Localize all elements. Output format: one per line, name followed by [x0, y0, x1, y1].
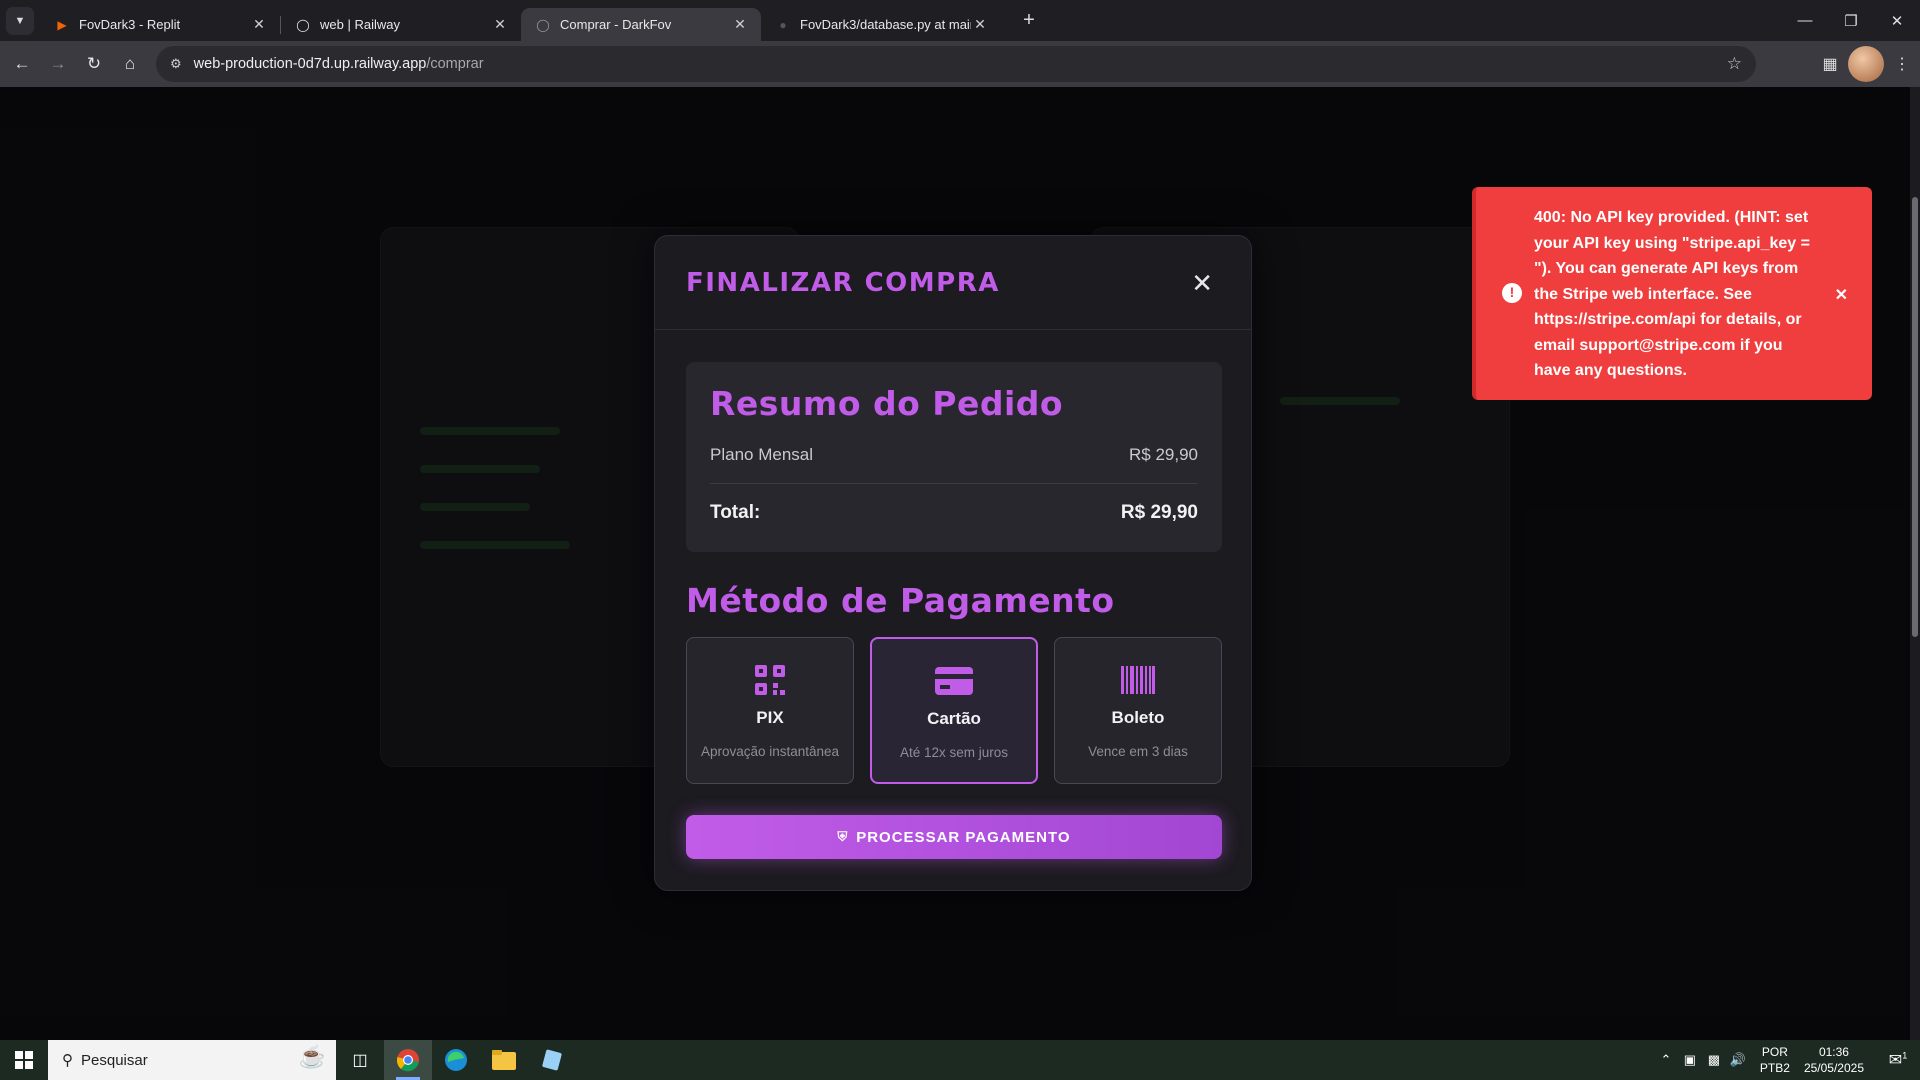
close-tab-icon[interactable]: ✕ [971, 16, 989, 34]
payment-option-sub: Vence em 3 dias [1088, 744, 1188, 759]
summary-total-row: Total: R$ 29,90 [710, 502, 1198, 524]
payment-option-sub: Aprovação instantânea [700, 744, 840, 759]
close-window-icon[interactable]: ✕ [1874, 0, 1920, 41]
close-tab-icon[interactable]: ✕ [250, 16, 268, 34]
browser-toolbar: ← → ↻ ⌂ ⚙ web-production-0d7d.up.railway… [0, 41, 1920, 87]
home-icon[interactable]: ⌂ [112, 46, 148, 82]
reload-icon[interactable]: ↻ [76, 46, 112, 82]
restore-icon[interactable]: ❐ [1828, 0, 1874, 41]
tab-replit[interactable]: ▶ FovDark3 - Replit ✕ [40, 8, 280, 41]
address-bar[interactable]: ⚙ web-production-0d7d.up.railway.app/com… [156, 46, 1756, 82]
github-icon: ● [779, 17, 787, 32]
tab-search-button[interactable]: ▼ [6, 6, 34, 35]
page-scrollbar[interactable] [1910, 87, 1920, 1040]
scrollbar-thumb[interactable] [1912, 197, 1918, 637]
shield-icon: ⛨ [837, 829, 849, 844]
barcode-icon [1121, 664, 1155, 696]
qr-code-icon [755, 664, 785, 696]
new-tab-button[interactable]: + [1015, 9, 1043, 32]
payment-option-sub: Até 12x sem juros [899, 745, 1009, 760]
system-tray: ⌃ ▣ ▩ 🔊 POR PTB2 01:36 25/05/2025 ✉1 [1654, 1040, 1920, 1080]
edge-taskbar-icon[interactable] [432, 1040, 480, 1080]
globe-icon: ◯ [536, 17, 550, 32]
browser-tab-strip: ▼ ▶ FovDark3 - Replit ✕ ◯ web | Railway … [0, 0, 1920, 41]
payment-option-name: PIX [756, 708, 784, 727]
payment-option-name: Boleto [1111, 708, 1165, 727]
payment-option-pix[interactable]: PIX Aprovação instantânea [686, 637, 854, 784]
clock[interactable]: 01:36 25/05/2025 [1804, 1044, 1864, 1076]
tab-title: FovDark3/database.py at main [800, 17, 971, 32]
search-icon: ⚲ [62, 1052, 73, 1069]
process-payment-button[interactable]: ⛨ PROCESSAR PAGAMENTO [686, 815, 1222, 859]
bookmark-star-icon[interactable]: ☆ [1727, 54, 1742, 74]
menu-kebab-icon[interactable]: ⋮ [1884, 46, 1920, 82]
order-summary: Resumo do Pedido Plano Mensal R$ 29,90 T… [686, 362, 1222, 552]
payment-option-boleto[interactable]: Boleto Vence em 3 dias [1054, 637, 1222, 784]
item-label: Plano Mensal [710, 445, 814, 464]
task-view-icon[interactable]: ◫ [336, 1040, 384, 1080]
chevron-up-icon[interactable]: ⌃ [1654, 1052, 1678, 1068]
windows-taskbar: ⚲ Pesquisar ☕ ◫ ⌃ ▣ ▩ 🔊 POR PTB2 01:36 2… [0, 1040, 1920, 1080]
search-highlight-icon: ☕ [298, 1044, 326, 1069]
close-tab-icon[interactable]: ✕ [491, 16, 509, 34]
tab-railway[interactable]: ◯ web | Railway ✕ [281, 8, 521, 41]
back-icon[interactable]: ← [4, 46, 40, 82]
minimize-icon[interactable]: — [1782, 0, 1828, 41]
payment-option-name: Cartão [927, 709, 981, 728]
app-taskbar-icon[interactable] [528, 1040, 576, 1080]
clock-time: 01:36 [1818, 1045, 1849, 1059]
toast-close-icon[interactable]: ✕ [1835, 283, 1848, 309]
summary-heading: Resumo do Pedido [710, 384, 1064, 423]
site-info-icon[interactable]: ⚙ [170, 56, 182, 72]
process-payment-label: PROCESSAR PAGAMENTO [856, 828, 1071, 846]
checkout-modal: FINALIZAR COMPRA ✕ Resumo do Pedido Plan… [654, 235, 1252, 891]
lang-top: POR [1761, 1045, 1788, 1059]
summary-item-row: Plano Mensal R$ 29,90 [710, 445, 1198, 484]
extensions-icon[interactable]: ▦ [1812, 46, 1848, 82]
network-icon[interactable]: ▩ [1702, 1052, 1726, 1068]
tab-title: Comprar - DarkFov [560, 17, 672, 32]
close-icon[interactable]: ✕ [1191, 270, 1213, 296]
tab-github[interactable]: ● FovDark3/database.py at main ✕ [761, 8, 1001, 41]
modal-header: FINALIZAR COMPRA ✕ [655, 236, 1251, 330]
tab-title: FovDark3 - Replit [79, 17, 181, 32]
toolbar-actions: ▦ ⋮ [1812, 46, 1920, 82]
search-placeholder: Pesquisar [81, 1051, 148, 1069]
total-label: Total: [710, 502, 761, 523]
volume-icon[interactable]: 🔊 [1726, 1052, 1750, 1068]
lang-bottom: PTB2 [1759, 1061, 1790, 1075]
railway-icon: ◯ [296, 17, 310, 32]
toast-message: 400: No API key provided. (HINT: set you… [1534, 209, 1810, 379]
forward-icon[interactable]: → [40, 46, 76, 82]
credit-card-icon [935, 665, 973, 697]
notification-count: 1 [1902, 1050, 1908, 1061]
profile-avatar[interactable] [1848, 46, 1884, 82]
taskbar-search[interactable]: ⚲ Pesquisar ☕ [48, 1040, 336, 1080]
language-indicator[interactable]: POR PTB2 [1760, 1044, 1790, 1076]
payment-methods: PIX Aprovação instantânea Cartão Até 12x… [686, 637, 1222, 784]
close-tab-icon[interactable]: ✕ [731, 16, 749, 34]
tab-darkfov[interactable]: ◯ Comprar - DarkFov ✕ [521, 8, 761, 41]
error-icon: ! [1502, 283, 1522, 303]
url-path: /comprar [426, 56, 484, 72]
modal-title: FINALIZAR COMPRA [686, 267, 1000, 298]
chrome-taskbar-icon[interactable] [384, 1040, 432, 1080]
tab-title: web | Railway [320, 17, 400, 32]
meet-now-icon[interactable]: ▣ [1678, 1052, 1702, 1068]
total-value: R$ 29,90 [1120, 502, 1198, 523]
payment-option-cartao[interactable]: Cartão Até 12x sem juros [870, 637, 1038, 784]
item-price: R$ 29,90 [1129, 445, 1198, 464]
file-explorer-icon[interactable] [480, 1040, 528, 1080]
avatar [1848, 46, 1884, 82]
windows-start-icon[interactable] [0, 1040, 48, 1080]
error-toast: ! 400: No API key provided. (HINT: set y… [1472, 187, 1872, 400]
clock-date: 25/05/2025 [1803, 1061, 1864, 1075]
url-host: web-production-0d7d.up.railway.app [193, 56, 427, 72]
payment-method-heading: Método de Pagamento [686, 581, 1115, 620]
replit-icon: ▶ [57, 17, 67, 32]
notification-icon[interactable]: ✉1 [1876, 1050, 1920, 1070]
window-controls: — ❐ ✕ [1782, 0, 1920, 41]
